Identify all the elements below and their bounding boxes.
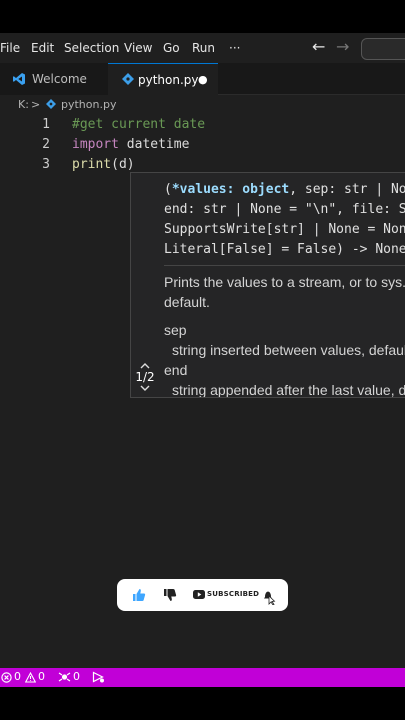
tab-python[interactable]: python.py ● [108,63,218,95]
warning-count[interactable]: 0 [38,670,45,683]
breadcrumb-drive[interactable]: K: [18,98,29,111]
chevron-up-icon[interactable] [139,362,151,370]
keyword-import: import [72,137,119,152]
signature-line-3: SupportsWrite[str] | None = None, flush: [164,222,405,237]
signature-line-4: Literal[False] = False) -> None [164,242,405,257]
line-number: 3 [42,157,50,172]
breadcrumb: K: > python.py [0,95,405,115]
sig-open-paren: ( [164,182,172,197]
menu-more-button[interactable]: ··· [229,41,240,55]
warning-icon[interactable] [25,672,36,683]
ports-count[interactable]: 0 [73,670,80,683]
tab-welcome[interactable]: Welcome [0,63,108,95]
unsaved-dot-icon[interactable]: ● [198,73,208,86]
code-line-2[interactable]: import datetime [72,137,189,152]
param-sep-title: sep [164,322,187,338]
param-end-title: end [164,362,188,378]
subscribe-overlay: SUBSCRIBED [117,579,288,611]
function-print: print [72,157,112,172]
parameter-hints-popup: (*values: object, sep: str | None = " ",… [130,172,405,398]
popup-divider [164,265,405,266]
status-bar: 0 0 0 [0,668,405,687]
menu-run[interactable]: Run [192,41,215,55]
back-arrow-icon[interactable]: ← [312,37,325,56]
menu-edit[interactable]: Edit [31,41,54,55]
active-parameter: *values: object [171,182,290,197]
param-end-desc: string appended after the last value, de… [172,382,405,398]
doc-text-line-2: default. [164,294,210,310]
line-number: 1 [42,117,50,132]
breadcrumb-chevron-icon: > [31,98,41,111]
youtube-icon [193,590,205,599]
code-line-3[interactable]: print(d) [72,157,135,172]
bottom-black-bar [0,687,405,720]
subscribed-button[interactable]: SUBSCRIBED [207,590,259,598]
menu-go[interactable]: Go [163,41,180,55]
error-count[interactable]: 0 [14,670,21,683]
menu-view[interactable]: View [124,41,152,55]
sig-rest: , sep: str | None = " ", [289,182,405,197]
bell-icon[interactable] [261,587,277,605]
run-debug-icon[interactable] [92,671,105,683]
signature-line-1: (*values: object, sep: str | None = " ", [164,182,405,197]
python-icon [122,73,134,85]
overload-navigator: 1/2 [130,363,160,392]
tab-welcome-label: Welcome [32,72,87,86]
menu-bar: File Edit Selection View Go Run ··· ← → [0,33,405,63]
tab-bar: Welcome python.py ● [0,63,405,95]
overload-counter: 1/2 [135,370,155,384]
chevron-down-icon[interactable] [139,384,151,392]
module-name: datetime [118,137,190,152]
signature-line-2: end: str | None = "\n", file: SupportsWr… [164,202,405,217]
error-icon[interactable] [1,672,12,683]
python-icon [46,99,56,109]
param-sep-desc: string inserted between values, default … [172,342,405,358]
top-black-bar [0,0,405,33]
breadcrumb-file[interactable]: python.py [61,98,116,111]
tab-python-label: python.py [138,73,199,87]
vscode-icon [13,73,25,85]
command-center-input[interactable] [361,38,405,60]
call-args: (d) [111,157,135,172]
code-line-1[interactable]: #get current date [72,117,205,132]
line-number: 2 [42,137,50,152]
doc-text-line-1: Prints the values to a stream, or to sys… [164,274,405,290]
thumbs-down-icon[interactable] [163,588,177,602]
thumbs-up-icon[interactable] [132,588,146,602]
menu-selection[interactable]: Selection [64,41,119,55]
forward-arrow-icon[interactable]: → [336,37,349,56]
menu-file[interactable]: File [0,41,20,55]
ports-icon[interactable] [58,671,71,683]
